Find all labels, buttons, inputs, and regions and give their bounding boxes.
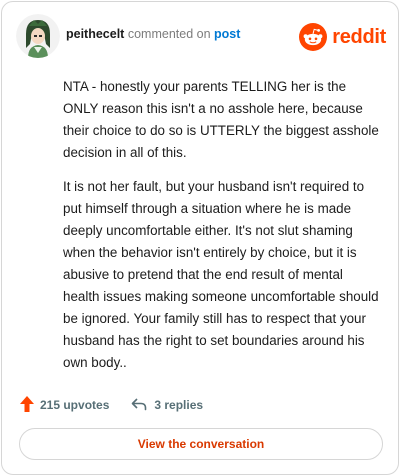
replies-button[interactable]: 3 replies [131,397,203,414]
reddit-brand[interactable]: reddit [299,22,386,52]
comment-verb: commented on [127,27,211,41]
comment-body: NTA - honestly your parents TELLING her … [63,76,383,386]
comment-meta: peithecelt commented on post [66,27,240,41]
upvote-arrow-icon [19,395,40,416]
reply-arrow-icon [131,397,154,414]
post-link[interactable]: post [214,27,240,41]
username-link[interactable]: peithecelt [66,27,124,41]
avatar[interactable] [16,14,60,58]
comment-header: peithecelt commented on post reddit [16,14,386,58]
view-conversation-button[interactable]: View the conversation [19,428,383,460]
comment-actions: 215 upvotes 3 replies [19,394,203,416]
comment-paragraph: It is not her fault, but your husband is… [63,179,379,370]
comment-card: peithecelt commented on post reddit NTA … [1,1,399,475]
replies-count: 3 replies [154,398,204,412]
upvote-count: 215 upvotes [40,398,110,412]
upvote-button[interactable]: 215 upvotes [19,395,109,416]
reddit-logo-icon [299,23,328,51]
reddit-wordmark: reddit [332,25,386,48]
view-conversation-label: View the conversation [137,437,265,451]
comment-paragraph: NTA - honestly your parents TELLING her … [63,79,379,160]
